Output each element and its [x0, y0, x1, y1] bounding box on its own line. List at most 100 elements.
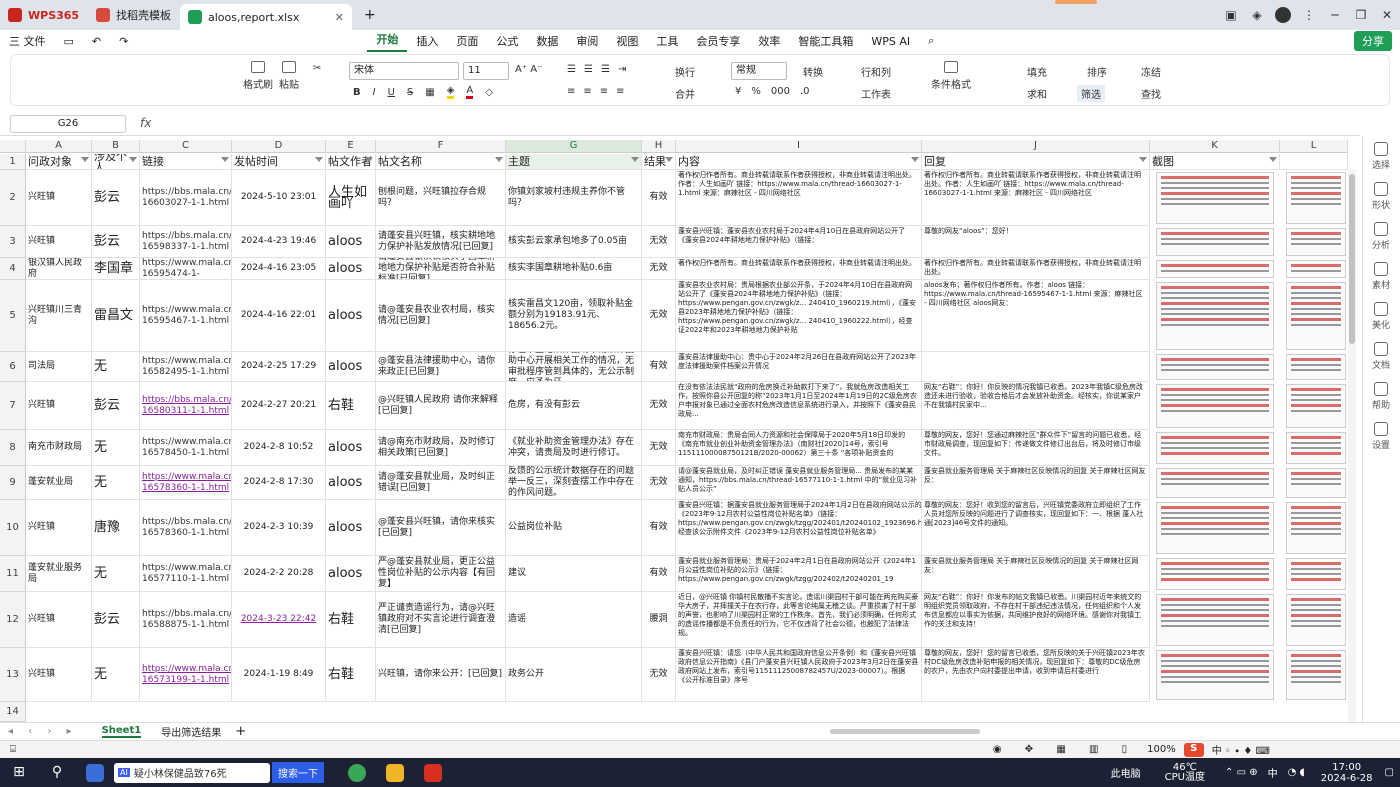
table-cell-topic[interactable]: 你镇刘家坡村违规主养你不管吗？ [506, 170, 642, 226]
screenshot-thumbnail[interactable] [1156, 502, 1274, 554]
table-cell-reply[interactable]: 尊敬的网友，您好！您通过麻辣社区“群众件下”留言的问题已收悉，经市财政局调查，现… [922, 430, 1150, 466]
row-header[interactable]: 11 [0, 556, 26, 592]
cube-icon[interactable]: ◈ [1244, 8, 1270, 22]
column-header[interactable]: G [506, 140, 642, 153]
table-cell-link[interactable]: https://bbs.mala.cn/thread-16598337-1-1.… [140, 226, 232, 258]
table-cell-topic[interactable]: 政务公开 [506, 648, 642, 702]
table-cell-post-title[interactable]: 请@蓬安县就业局，及时纠正错误[已回复] [376, 466, 506, 500]
table-cell-reply[interactable]: 尊敬的网友，您好！您的留言已收悉，您所反映的关于兴旺镇2023年农村DC级危房改… [922, 648, 1150, 702]
windows-start-icon[interactable]: ⊞ [10, 764, 28, 782]
table-cell-target[interactable]: 银汉镇人民政府 [26, 258, 92, 280]
table-cell-content[interactable]: 南充市财政局：贵局会同人力资源和社会保障局于2020年5月18日印发的《南充市就… [676, 430, 922, 466]
column-header[interactable]: F [376, 140, 506, 153]
table-cell-post-time[interactable]: 2024-3-23 22:42 [232, 592, 326, 648]
menu-file[interactable]: 三 文件 [0, 33, 55, 49]
align-top-icon[interactable]: ☰ [567, 64, 576, 75]
minimize-button[interactable]: ─ [1322, 8, 1348, 22]
table-cell-topic[interactable]: 危房，有没有彭云 [506, 382, 642, 430]
tray-clock[interactable]: 17:00 2024-6-28 [1321, 762, 1373, 784]
table-cell-author[interactable]: aloos [326, 430, 376, 466]
header-cell[interactable]: 截图 [1150, 154, 1280, 170]
screenshot-thumbnail[interactable] [1156, 172, 1274, 224]
table-cell-result[interactable]: 无效 [642, 648, 676, 702]
undo-icon[interactable]: ↶ [83, 35, 110, 48]
column-header[interactable]: C [140, 140, 232, 153]
paste-button[interactable]: 粘贴 [279, 61, 299, 91]
table-cell-person[interactable]: 李国章 [92, 258, 140, 280]
table-cell-person[interactable]: 彭云 [92, 592, 140, 648]
filter-button[interactable]: 筛选 [1077, 85, 1105, 102]
table-cell-topic[interactable]: 核实李国章耕地补贴0.6亩 [506, 258, 642, 280]
table-cell-content[interactable]: 蓬安县兴旺镇：蓬安县农业农村局于2024年4月10日在县政府网站公开了《蓬安县2… [676, 226, 922, 258]
header-cell[interactable]: 问政对象 [26, 154, 92, 170]
screenshot-thumbnail[interactable] [1156, 650, 1274, 700]
table-cell-author[interactable]: 右鞋 [326, 648, 376, 702]
menu-view[interactable]: 视图 [607, 33, 647, 49]
table-cell-topic[interactable]: 核实彭云家承包地多了0.05亩 [506, 226, 642, 258]
table-cell-link[interactable]: https://www.mala.cn/thread-16595474-1- [140, 258, 232, 280]
row-header[interactable]: 8 [0, 430, 26, 466]
ime-indicator[interactable]: 中 [1268, 765, 1278, 780]
tab-templates[interactable]: 找稻壳模板 [88, 0, 180, 30]
table-cell-result[interactable]: 有效 [642, 556, 676, 592]
table-cell-reply[interactable]: 著作权归作者所有。商业转载请联系作者获得授权，非商业转载请注明出处。作者：人生如… [922, 170, 1150, 226]
filter-dropdown-icon[interactable] [1139, 157, 1147, 162]
table-cell-post-time[interactable]: 2024-2-3 10:39 [232, 500, 326, 556]
taskbar-search-button[interactable]: 搜索一下 [272, 762, 324, 783]
justify-icon[interactable]: ≡ [616, 86, 624, 97]
table-cell-result[interactable]: 有效 [642, 352, 676, 382]
table-cell-reply[interactable]: 网友“右鞋”：你好！你反映的情况我镇已收悉。2023年我镇C级危房改造还未进行验… [922, 382, 1150, 430]
menu-member[interactable]: 会员专享 [687, 33, 749, 49]
menu-page[interactable]: 页面 [447, 33, 487, 49]
table-cell-person[interactable]: 无 [92, 648, 140, 702]
bold-icon[interactable]: B [353, 87, 361, 98]
row-header[interactable]: 2 [0, 170, 26, 226]
table-cell-reply[interactable]: 尊敬的网友：您好！收到您的留言后，兴旺镇党委政府立即组织了工作人员对您所反映的问… [922, 500, 1150, 556]
table-cell-author[interactable]: aloos [326, 466, 376, 500]
more-icon[interactable]: ⋮ [1296, 8, 1322, 22]
italic-icon[interactable]: I [373, 87, 376, 98]
freeze-button[interactable]: 冻结 [1141, 64, 1161, 79]
table-cell-post-title[interactable]: @兴旺镇人民政府 请你来解释[已回复] [376, 382, 506, 430]
filter-dropdown-icon[interactable] [495, 157, 503, 162]
table-cell-post-time[interactable]: 2024-2-25 17:29 [232, 352, 326, 382]
table-cell-link[interactable]: https://bbs.mala.cn/thread-16578360-1-1.… [140, 500, 232, 556]
row-header[interactable]: 5 [0, 280, 26, 352]
screenshot-thumbnail[interactable] [1156, 354, 1274, 380]
filter-dropdown-icon[interactable] [631, 157, 639, 162]
column-header[interactable]: E [326, 140, 376, 153]
table-cell-author[interactable]: 右鞋 [326, 592, 376, 648]
search-icon[interactable]: ⚲ [48, 764, 66, 782]
filter-dropdown-icon[interactable] [1269, 157, 1277, 162]
table-cell-person[interactable]: 无 [92, 556, 140, 592]
font-name-select[interactable]: 宋体 [349, 62, 459, 80]
screenshot-thumbnail[interactable] [1286, 354, 1346, 380]
number-format-select[interactable]: 常规 [731, 62, 787, 80]
font-grow-icon[interactable]: A⁺ A⁻ [515, 64, 542, 75]
table-cell-result[interactable]: 无效 [642, 382, 676, 430]
table-cell-post-title[interactable]: 请@蓬安县农业农村局，核实情况[已回复] [376, 280, 506, 352]
filter-dropdown-icon[interactable] [81, 157, 89, 162]
table-cell-post-title[interactable]: 严@蓬安县就业局，更正公益性岗位补贴的公示内容【有回复】 [376, 556, 506, 592]
convert-button[interactable]: 转换 [803, 64, 823, 79]
fill-color-icon[interactable]: ◈ [446, 85, 455, 99]
tray-this-pc[interactable]: 此电脑 [1111, 765, 1141, 780]
screenshot-thumbnail[interactable] [1286, 228, 1346, 256]
screenshot-thumbnail[interactable] [1286, 384, 1346, 428]
close-button[interactable]: ✕ [1374, 8, 1400, 22]
table-cell-content[interactable]: 著作权归作者所有。商业转载请联系作者获得授权，非商业转载请注明出处。 [676, 258, 922, 280]
tab-file-report[interactable]: aloos,report.xlsx ✕ [180, 4, 352, 30]
worksheet-button[interactable]: 工作表 [861, 86, 891, 101]
table-cell-content[interactable]: 蓬安县兴旺镇：请您（中华人民共和国政府信息公开条例）和《蓬安县兴旺镇政府信息公开… [676, 648, 922, 702]
table-cell-person[interactable]: 无 [92, 430, 140, 466]
table-cell-content[interactable]: 蓬安县农业农村局：贵局根据农业部公开条，于2024年4月10日在县政府网站公开了… [676, 280, 922, 352]
row-header[interactable]: 12 [0, 592, 26, 648]
table-cell-target[interactable]: 兴旺镇 [26, 648, 92, 702]
table-cell-reply[interactable]: 蓬安县就业服务管理局 关于麻辣社区反映情况的回复 关于麻辣社区网友： [922, 556, 1150, 592]
table-cell-person[interactable]: 彭云 [92, 170, 140, 226]
widgets-icon[interactable] [86, 763, 104, 782]
header-cell[interactable]: 发帖时间 [232, 154, 326, 170]
clear-format-icon[interactable]: ◇ [485, 87, 493, 98]
menu-review[interactable]: 审阅 [567, 33, 607, 49]
header-cell[interactable] [1280, 154, 1348, 170]
